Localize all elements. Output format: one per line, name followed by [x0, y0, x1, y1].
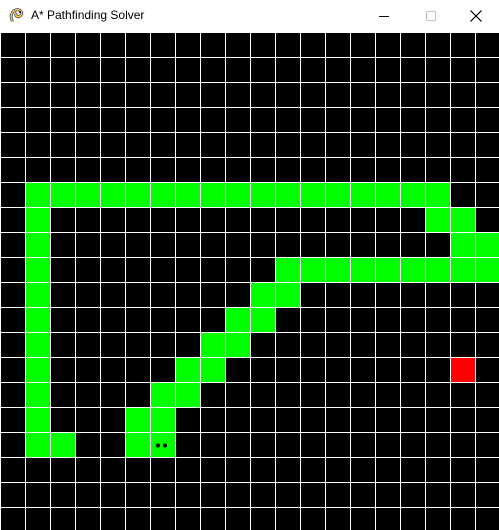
path-cell[interactable] — [425, 182, 450, 207]
goal-cell[interactable] — [450, 357, 475, 382]
path-cell[interactable] — [125, 182, 150, 207]
path-cell[interactable] — [325, 182, 350, 207]
path-cell[interactable] — [150, 407, 175, 432]
path-cell[interactable] — [50, 432, 75, 457]
path-cell[interactable] — [425, 207, 450, 232]
maximize-icon — [426, 11, 436, 21]
path-cell[interactable] — [175, 382, 200, 407]
path-cell[interactable] — [450, 257, 475, 282]
path-cell[interactable] — [400, 257, 425, 282]
path-cell[interactable] — [350, 182, 375, 207]
maximize-button[interactable] — [408, 0, 454, 32]
path-cell[interactable] — [125, 407, 150, 432]
path-cell[interactable] — [25, 182, 50, 207]
path-cell[interactable] — [300, 257, 325, 282]
path-cell[interactable] — [200, 182, 225, 207]
path-cell[interactable] — [25, 307, 50, 332]
path-cell[interactable] — [25, 257, 50, 282]
path-cell[interactable] — [450, 207, 475, 232]
path-cell[interactable] — [425, 257, 450, 282]
path-cell[interactable] — [225, 182, 250, 207]
path-cell[interactable] — [50, 182, 75, 207]
path-cell[interactable] — [150, 382, 175, 407]
path-cell[interactable] — [75, 182, 100, 207]
path-cell[interactable] — [200, 357, 225, 382]
path-cell[interactable] — [150, 182, 175, 207]
path-cell[interactable] — [250, 282, 275, 307]
path-cell[interactable] — [225, 332, 250, 357]
pathfinding-grid[interactable] — [0, 32, 499, 530]
path-cell[interactable] — [475, 257, 499, 282]
path-cell[interactable] — [25, 432, 50, 457]
path-cell[interactable] — [250, 182, 275, 207]
start-marker-dot — [156, 443, 160, 448]
path-cell[interactable] — [200, 332, 225, 357]
path-cell[interactable] — [375, 182, 400, 207]
path-cell[interactable] — [275, 282, 300, 307]
path-cell[interactable] — [25, 332, 50, 357]
path-cell[interactable] — [300, 182, 325, 207]
path-cell[interactable] — [250, 307, 275, 332]
minimize-icon — [379, 16, 389, 17]
path-cell[interactable] — [25, 357, 50, 382]
window-title: A* Pathfinding Solver — [31, 8, 145, 22]
path-cell[interactable] — [400, 182, 425, 207]
minimize-button[interactable] — [361, 0, 407, 32]
path-cell[interactable] — [350, 257, 375, 282]
close-button[interactable] — [453, 0, 499, 32]
path-cell[interactable] — [175, 182, 200, 207]
path-cell[interactable] — [225, 307, 250, 332]
title-bar[interactable]: A* Pathfinding Solver — [0, 0, 499, 32]
path-cell[interactable] — [450, 232, 475, 257]
path-cell[interactable] — [125, 432, 150, 457]
close-icon — [470, 10, 482, 22]
path-cell[interactable] — [275, 182, 300, 207]
path-cell[interactable] — [25, 207, 50, 232]
path-cell[interactable] — [275, 257, 300, 282]
path-cell[interactable] — [325, 257, 350, 282]
path-cell[interactable] — [25, 282, 50, 307]
path-cell[interactable] — [475, 232, 499, 257]
path-cell[interactable] — [25, 232, 50, 257]
path-cell[interactable] — [150, 432, 175, 457]
path-cell[interactable] — [25, 382, 50, 407]
path-cell[interactable] — [25, 407, 50, 432]
path-cell[interactable] — [175, 357, 200, 382]
grid-canvas[interactable] — [0, 32, 499, 530]
start-marker-dot — [163, 443, 167, 448]
pygame-snake-icon — [9, 8, 24, 22]
path-cell[interactable] — [100, 182, 125, 207]
path-cell[interactable] — [375, 257, 400, 282]
